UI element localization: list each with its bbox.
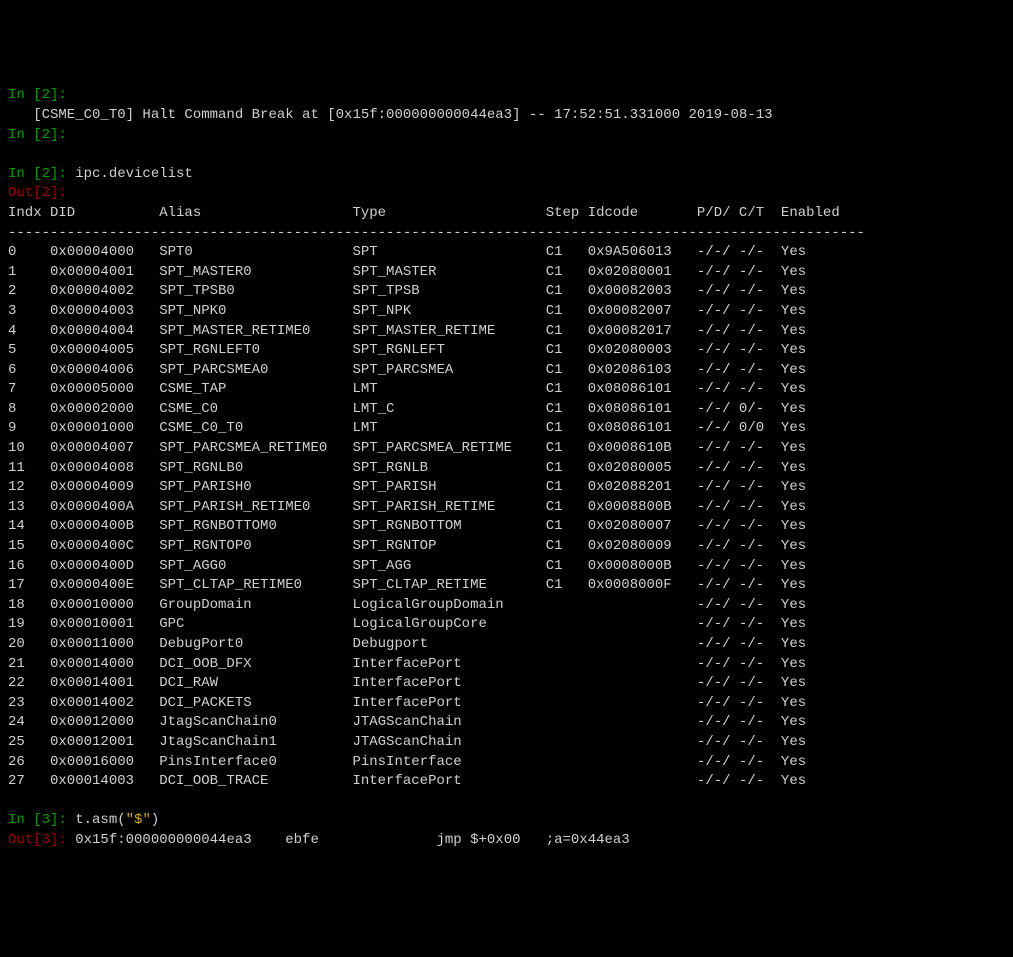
in-prompt: In [2]: xyxy=(8,87,67,103)
terminal-output: In [2]: [CSME_C0_T0] Halt Command Break … xyxy=(8,86,1005,850)
command-text: ) xyxy=(151,812,159,828)
in-prompt: In [3]: xyxy=(8,812,75,828)
in-prompt: In [2]: xyxy=(8,166,75,182)
table-header: Indx DID Alias Type Step Idcode P/D/ C/T… xyxy=(8,205,840,221)
out-prompt: Out[2]: xyxy=(8,185,67,201)
command-text: ipc.devicelist xyxy=(75,166,193,182)
in-prompt: In [2]: xyxy=(8,127,67,143)
out-prompt: Out[3]: xyxy=(8,832,75,848)
command-text: t.asm( xyxy=(75,812,125,828)
halt-message: [CSME_C0_T0] Halt Command Break at [0x15… xyxy=(8,107,773,123)
table-separator: ----------------------------------------… xyxy=(8,225,865,241)
asm-output: 0x15f:000000000044ea3 ebfe jmp $+0x00 ;a… xyxy=(75,832,630,848)
device-table-body: 0 0x00004000 SPT0 SPT C1 0x9A506013 -/-/… xyxy=(8,243,1005,792)
string-literal: "$" xyxy=(126,812,151,828)
